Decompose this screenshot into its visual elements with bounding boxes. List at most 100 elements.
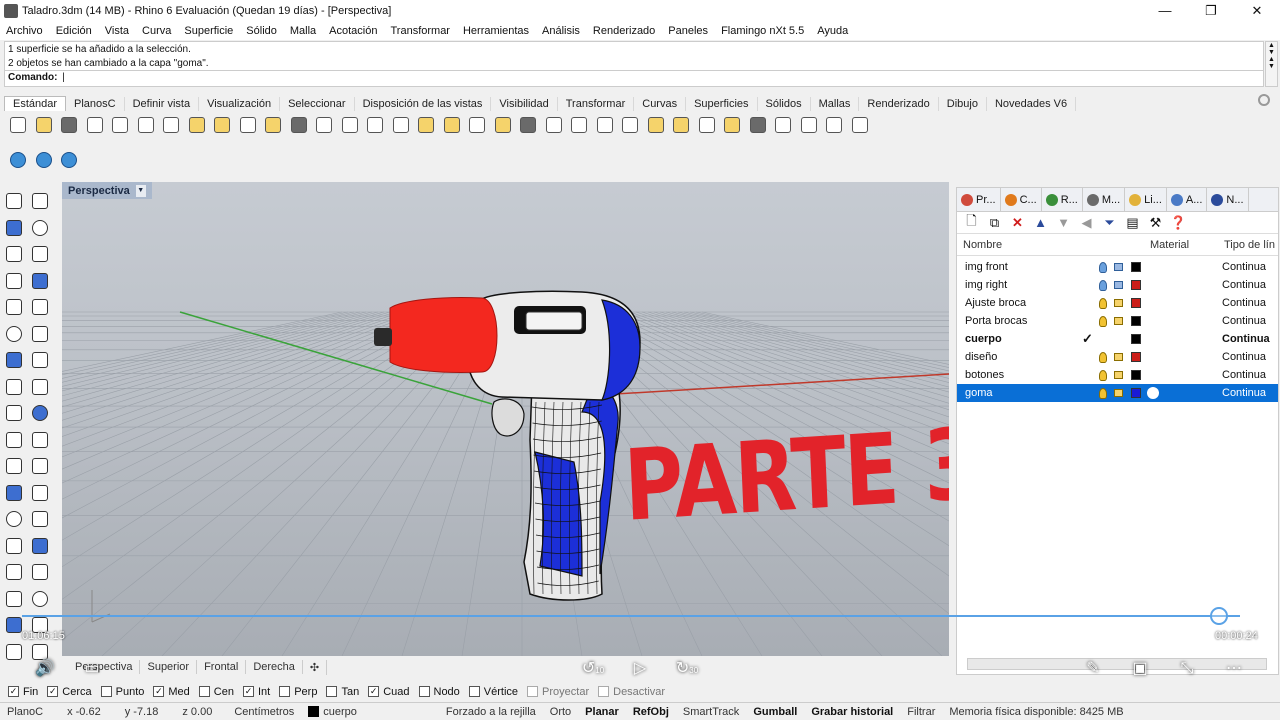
array-tool-icon[interactable] xyxy=(4,536,24,556)
pan-hand-icon[interactable] xyxy=(261,114,285,136)
open-icon[interactable] xyxy=(32,114,56,136)
osnap-checkbox[interactable]: ✓ xyxy=(368,686,380,697)
flamingo-icon-2[interactable] xyxy=(32,149,56,171)
tab-visualizacion[interactable]: Visualización xyxy=(199,97,281,111)
panel-tab-4[interactable]: Li... xyxy=(1125,188,1167,211)
viewport-title-tab[interactable]: Perspectiva ▼ xyxy=(62,182,152,199)
osnap-int[interactable]: ✓ Int xyxy=(242,686,270,698)
osnap-punto[interactable]: Punto xyxy=(100,686,144,698)
point-tool-icon[interactable] xyxy=(30,191,50,211)
scale-tool-icon[interactable] xyxy=(30,589,50,609)
exit-fullscreen-icon[interactable]: ⤡ xyxy=(1175,657,1199,681)
rectangle-tool-icon[interactable] xyxy=(30,271,50,291)
paste-icon[interactable] xyxy=(185,114,209,136)
lightbulb-icon[interactable] xyxy=(567,114,591,136)
solid-box-tool-icon[interactable] xyxy=(4,350,24,370)
viewport-menu-arrow-icon[interactable]: ▼ xyxy=(135,184,146,197)
fillet-tool-icon[interactable] xyxy=(30,297,50,317)
layer-row-img-front[interactable]: img front Continua xyxy=(957,258,1278,276)
osnap-checkbox[interactable]: ✓ xyxy=(8,686,19,697)
layer-lock-icon[interactable] xyxy=(1114,317,1123,325)
perspective-viewport[interactable]: Perspectiva ▼ PARTE 3 xyxy=(62,182,949,656)
print-icon[interactable] xyxy=(83,114,107,136)
osnap-checkbox[interactable]: ✓ xyxy=(242,686,254,697)
menu-vista[interactable]: Vista xyxy=(105,25,129,37)
menu-analisis[interactable]: Análisis xyxy=(542,25,580,37)
layer-tools-icon[interactable]: ▤ xyxy=(1124,215,1141,231)
save-icon[interactable] xyxy=(57,114,81,136)
select-icon[interactable] xyxy=(797,114,821,136)
sun-icon[interactable] xyxy=(542,114,566,136)
polyline-tool-icon[interactable] xyxy=(4,218,24,238)
sphere-icon[interactable] xyxy=(669,114,693,136)
move-down-icon[interactable]: ▼ xyxy=(1055,215,1072,231)
menu-transformar[interactable]: Transformar xyxy=(390,25,450,37)
surface-pts-tool-icon[interactable] xyxy=(4,324,24,344)
grid-array-tool-icon[interactable] xyxy=(4,589,24,609)
join-tool-icon[interactable] xyxy=(30,403,50,423)
osnap-checkbox[interactable] xyxy=(100,686,112,697)
tab-disposicion-vistas[interactable]: Disposición de las vistas xyxy=(355,97,492,111)
add-viewport-tab-icon[interactable]: ✣ xyxy=(303,659,328,675)
osnap-checkbox[interactable] xyxy=(468,686,480,697)
menu-paneles[interactable]: Paneles xyxy=(668,25,708,37)
flag-icon[interactable] xyxy=(746,114,770,136)
status-planar[interactable]: Planar xyxy=(578,706,626,718)
osnap-checkbox[interactable] xyxy=(418,686,430,697)
layer-visibility-bulb-icon[interactable] xyxy=(1099,298,1107,309)
video-progress[interactable] xyxy=(0,607,1280,625)
command-line-input[interactable]: Comando: | xyxy=(4,70,1264,87)
flamingo-icon-3[interactable] xyxy=(57,149,81,171)
circle-tool-icon[interactable] xyxy=(4,244,24,264)
extrude-tool-icon[interactable] xyxy=(30,377,50,397)
layer-color-swatch[interactable] xyxy=(1131,262,1141,272)
gear-icon[interactable] xyxy=(771,114,795,136)
layer-visibility-bulb-icon[interactable] xyxy=(1099,352,1107,363)
tab-superficies[interactable]: Superficies xyxy=(686,97,758,111)
target-icon[interactable] xyxy=(516,114,540,136)
sphere-shaded-icon[interactable] xyxy=(695,114,719,136)
layer-lock-icon[interactable] xyxy=(1114,353,1123,361)
tab-renderizado[interactable]: Renderizado xyxy=(859,97,939,111)
trim-tool-icon[interactable] xyxy=(4,430,24,450)
blend-tool-icon[interactable] xyxy=(30,483,50,503)
osnap-checkbox[interactable] xyxy=(527,686,539,697)
zoom-icon[interactable] xyxy=(312,114,336,136)
osnap-med[interactable]: ✓ Med xyxy=(153,686,190,698)
layer-linetype[interactable]: Continua xyxy=(1222,387,1266,399)
layer-linetype[interactable]: Continua xyxy=(1222,297,1266,309)
color-wheel-icon[interactable] xyxy=(644,114,668,136)
panel-tab-6[interactable]: N... xyxy=(1207,188,1249,211)
osnap-proyectar[interactable]: Proyectar xyxy=(527,686,589,698)
layer-visibility-bulb-icon[interactable] xyxy=(1099,280,1107,291)
filter-icon[interactable]: ⏷ xyxy=(1101,215,1118,231)
osnap-checkbox[interactable] xyxy=(279,686,291,697)
panel-tab-1[interactable]: C... xyxy=(1001,188,1042,211)
tab-estandar[interactable]: Estándar xyxy=(4,96,67,111)
more-options-icon[interactable]: ⋯ xyxy=(1222,657,1246,681)
curve-tool-icon[interactable] xyxy=(30,218,50,238)
tab-derecha[interactable]: Derecha xyxy=(246,660,303,674)
layer-color-swatch[interactable] xyxy=(1131,316,1141,326)
move-to-parent-icon[interactable]: ◀ xyxy=(1078,215,1095,231)
split-tool-icon[interactable] xyxy=(30,430,50,450)
command-scrollbar[interactable]: ▲ ▼ ▲ ▼ xyxy=(1265,41,1278,87)
tab-novedades-v6[interactable]: Novedades V6 xyxy=(987,97,1077,111)
captions-icon[interactable]: ▭ xyxy=(80,657,104,681)
ellipse-tool-icon[interactable] xyxy=(4,297,24,317)
tab-superior[interactable]: Superior xyxy=(140,660,198,674)
help-icon[interactable] xyxy=(848,114,872,136)
rotate-view-icon[interactable] xyxy=(414,114,438,136)
layer-icon[interactable] xyxy=(618,114,642,136)
zoom-window-icon[interactable] xyxy=(338,114,362,136)
sphere-blue-icon[interactable] xyxy=(720,114,744,136)
export-icon[interactable] xyxy=(108,114,132,136)
menu-edicion[interactable]: Edición xyxy=(56,25,92,37)
tab-curvas[interactable]: Curvas xyxy=(634,97,687,111)
layer-row-ajuste-broca[interactable]: Ajuste broca Continua xyxy=(957,294,1278,312)
boolean-tool-icon[interactable] xyxy=(4,456,24,476)
hammer-icon[interactable]: ⚒ xyxy=(1147,215,1164,231)
tab-dibujo[interactable]: Dibujo xyxy=(939,97,987,111)
menu-ayuda[interactable]: Ayuda xyxy=(817,25,848,37)
camera-icon[interactable] xyxy=(491,114,515,136)
